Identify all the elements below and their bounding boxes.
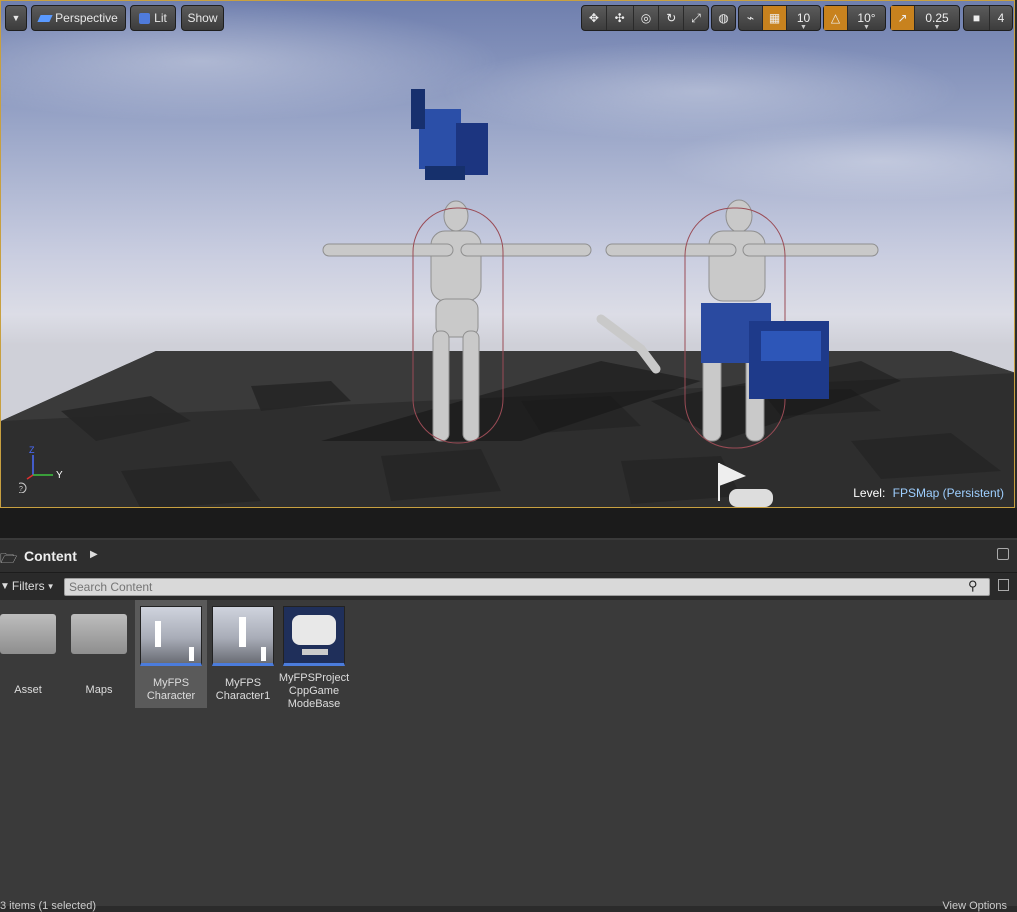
content-browser-path-bar: 🗁 Content ▶ [0, 540, 1017, 573]
viewport-options-dropdown[interactable]: ▼ [5, 5, 27, 31]
lit-sphere-icon [139, 12, 151, 24]
translate-tool-icon[interactable]: ✥ [582, 6, 607, 30]
chevron-down-icon: ▼ [46, 581, 55, 591]
level-info: Level: FPSMap (Persistent) [853, 486, 1004, 500]
chevron-down-icon: ▼ [933, 24, 941, 31]
chevron-down-icon: ▼ [863, 24, 870, 31]
funnel-icon: ▼ [0, 580, 10, 592]
asset-tile-myfps-character1[interactable]: MyFPS Character1 [207, 600, 279, 708]
level-name: FPSMap (Persistent) [892, 486, 1004, 500]
asset-label-line1: MyFPS [152, 677, 190, 689]
rotate-tool-icon[interactable]: ✣ [607, 6, 634, 30]
scale-snap-value[interactable]: 0.25 ▼ [915, 6, 959, 31]
chevron-right-icon[interactable]: ▶ [90, 549, 98, 560]
asset-tile-myfps-character[interactable]: MyFPS Character [135, 600, 207, 708]
asset-label-line3: ModeBase [287, 698, 341, 710]
blueprint-thumbnail [140, 606, 202, 666]
perspective-icon [37, 14, 53, 22]
level-viewport[interactable]: ▼ Perspective Lit Show ✥ ✣ ◎ ↻ ⤢ ◍ ⌁ ▦ 1… [0, 0, 1015, 508]
chevron-down-icon: ▼ [11, 13, 21, 23]
save-search-icon[interactable] [998, 579, 1009, 591]
grid-icon: ▦ [768, 11, 781, 25]
transform-tools-group: ✥ ✣ ◎ ↻ ⤢ [581, 5, 709, 31]
grid-snap-toggle[interactable]: ▦ [763, 6, 787, 30]
scale-arrow-icon: ↗ [897, 11, 908, 25]
folder-icon [0, 614, 56, 654]
asset-tile-folder-maps[interactable]: Maps [63, 600, 135, 708]
scene-render [1, 89, 1014, 507]
world-local-toggle[interactable]: ◍ [711, 5, 736, 31]
show-flags-button[interactable]: Show [181, 5, 224, 31]
folder-icon [71, 614, 127, 654]
rotation-snap-toggle[interactable]: △ [824, 6, 848, 30]
search-input[interactable] [64, 578, 990, 596]
rotation-snap-group: △ 10° ▼ [823, 5, 886, 31]
globe-icon: ◍ [718, 11, 729, 25]
combined-tool-icon[interactable]: ↻ [659, 6, 685, 30]
blueprint-thumbnail [212, 606, 274, 666]
chevron-down-icon: ▼ [800, 24, 807, 31]
asset-label-line2: Character1 [215, 690, 271, 702]
level-label: Level: [853, 486, 886, 500]
gamepad-icon [292, 615, 336, 645]
axis-y-label: Y [56, 470, 63, 481]
angle-icon: △ [830, 11, 841, 25]
asset-tile-gamemode[interactable]: MyFPSProject CppGame ModeBase [278, 600, 350, 710]
panel-splitter[interactable] [0, 508, 1017, 538]
asset-label-line2: CppGame [288, 685, 340, 697]
asset-label-line2: Character [146, 690, 196, 702]
folder-open-icon: 🗁 [0, 550, 18, 566]
asset-label: Maps [85, 684, 113, 696]
axis-z-label: Z [29, 445, 35, 455]
camera-speed-value: 4 [997, 11, 1005, 25]
scale-tool-icon[interactable]: ◎ [634, 6, 660, 30]
asset-label: Asset [14, 684, 42, 696]
asset-grid: Asset Maps MyFPS Character MyFPS Charact… [0, 600, 1017, 912]
view-options-button[interactable]: View Options [942, 900, 1007, 912]
maximize-tool-icon[interactable]: ⤢ [684, 6, 708, 30]
rotation-snap-value[interactable]: 10° ▼ [848, 6, 885, 31]
gamemode-thumbnail [283, 606, 345, 666]
lighting-mode-button[interactable]: Lit [130, 5, 176, 31]
breadcrumb-content[interactable]: Content [24, 548, 77, 564]
search-icon[interactable]: ⚲ [968, 578, 978, 594]
grid-snap-group: ⌁ ▦ 10 ▼ [738, 5, 821, 31]
surface-snap-icon[interactable]: ⌁ [739, 6, 763, 30]
camera-speed-button[interactable]: ■ 4 [963, 5, 1013, 31]
floating-weapon [411, 89, 488, 180]
asset-tile-folder-asset[interactable]: Asset [0, 600, 64, 708]
svg-text:?: ? [19, 486, 23, 493]
axis-gizmo: Z Y ? [19, 445, 63, 493]
scale-snap-toggle[interactable]: ↗ [891, 6, 915, 30]
filter-bar: ▼ Filters ▼ ⚲ [0, 574, 1017, 600]
filters-button[interactable]: ▼ Filters ▼ [0, 579, 55, 593]
asset-label-line1: MyFPS [224, 677, 262, 689]
grid-snap-value[interactable]: 10 ▼ [787, 6, 820, 31]
view-mode-button[interactable]: Perspective [31, 5, 126, 31]
asset-label-line1: MyFPSProject [278, 672, 350, 684]
camera-icon: ■ [964, 6, 990, 30]
lock-icon[interactable] [997, 548, 1009, 560]
scale-snap-group: ↗ 0.25 ▼ [890, 5, 960, 31]
item-count-status: 3 items (1 selected) [0, 900, 96, 912]
